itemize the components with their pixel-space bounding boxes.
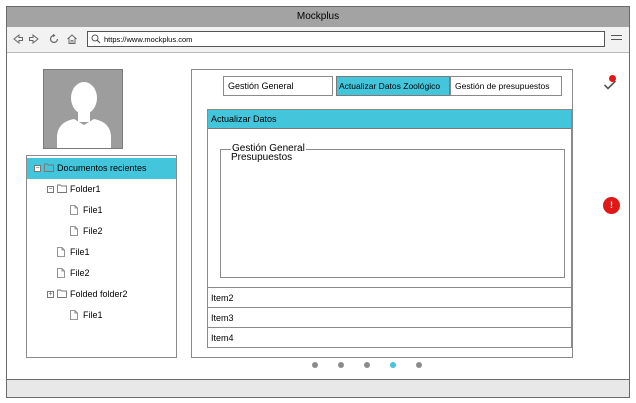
menu-icon[interactable] <box>611 35 622 44</box>
tree-item-file[interactable]: File1 <box>27 242 176 263</box>
expand-icon[interactable]: + <box>47 291 54 298</box>
page-dot[interactable] <box>312 362 318 368</box>
user-silhouette-icon <box>57 82 111 148</box>
collapse-icon[interactable]: − <box>34 165 41 172</box>
avatar <box>43 69 123 149</box>
refresh-icon[interactable] <box>48 33 60 45</box>
folder-icon <box>44 163 54 172</box>
home-icon[interactable] <box>66 33 78 45</box>
address-bar[interactable] <box>87 31 605 47</box>
tree-item-file[interactable]: File1 <box>27 305 176 326</box>
tree-item-label: File1 <box>70 247 90 257</box>
tree-item-label: Folded folder2 <box>70 289 128 299</box>
url-input[interactable] <box>104 33 594 45</box>
notification-badge <box>609 75 616 82</box>
file-icon <box>70 226 78 236</box>
file-icon <box>57 268 65 278</box>
alert-icon[interactable]: ! <box>603 197 620 214</box>
tree-item-label: File2 <box>70 268 90 278</box>
folder-tree: − Documentos recientes − Folder1 File1 F… <box>26 155 177 358</box>
list-item[interactable]: Item3 <box>208 307 571 327</box>
tree-item-label: Documentos recientes <box>57 163 147 173</box>
main-content: Gestión General Actualizar Datos Zoológi… <box>191 69 573 358</box>
tree-item-folded-folder2[interactable]: + Folded folder2 <box>27 284 176 305</box>
collapse-icon[interactable]: − <box>47 186 54 193</box>
update-data-panel: Actualizar Datos Gestión General Presupu… <box>207 109 572 348</box>
tree-item-label: File1 <box>83 310 103 320</box>
tree-item-file[interactable]: File2 <box>27 263 176 284</box>
tab-gestion-de-presupuestos[interactable]: Gestión de presupuestos <box>450 76 562 96</box>
page-dot[interactable] <box>364 362 370 368</box>
file-icon <box>57 247 65 257</box>
tab-actualizar-datos-zoologico[interactable]: Actualizar Datos Zoológico <box>336 76 450 96</box>
file-icon <box>70 205 78 215</box>
list-item[interactable]: Item4 <box>208 327 571 347</box>
browser-toolbar <box>7 27 629 53</box>
tree-item-label: File1 <box>83 205 103 215</box>
page-dot[interactable] <box>338 362 344 368</box>
tree-item-folder1[interactable]: − Folder1 <box>27 179 176 200</box>
folder-icon <box>57 184 67 193</box>
fieldset-text: Presupuestos <box>231 152 293 163</box>
page-dot[interactable] <box>416 362 422 368</box>
forward-arrow-icon[interactable] <box>28 33 40 45</box>
general-fieldset: Gestión General Presupuestos <box>220 143 565 278</box>
page-dot-active[interactable] <box>390 362 396 368</box>
folder-icon <box>57 289 67 298</box>
window-title: Mockplus <box>7 7 629 27</box>
status-bar <box>7 379 629 397</box>
tree-item-label: File2 <box>83 226 103 236</box>
tree-item-label: Folder1 <box>70 184 101 194</box>
file-icon <box>70 310 78 320</box>
search-icon <box>91 34 101 44</box>
panel-header: Actualizar Datos <box>208 110 571 129</box>
tree-item-file[interactable]: File1 <box>27 200 176 221</box>
tree-item-documentos-recientes[interactable]: − Documentos recientes <box>27 158 176 179</box>
list-item[interactable]: Item2 <box>208 287 571 307</box>
browser-window: Mockplus − <box>6 6 630 398</box>
tab-gestion-general[interactable]: Gestión General <box>223 76 333 96</box>
back-arrow-icon[interactable] <box>12 33 24 45</box>
tree-item-file[interactable]: File2 <box>27 221 176 242</box>
